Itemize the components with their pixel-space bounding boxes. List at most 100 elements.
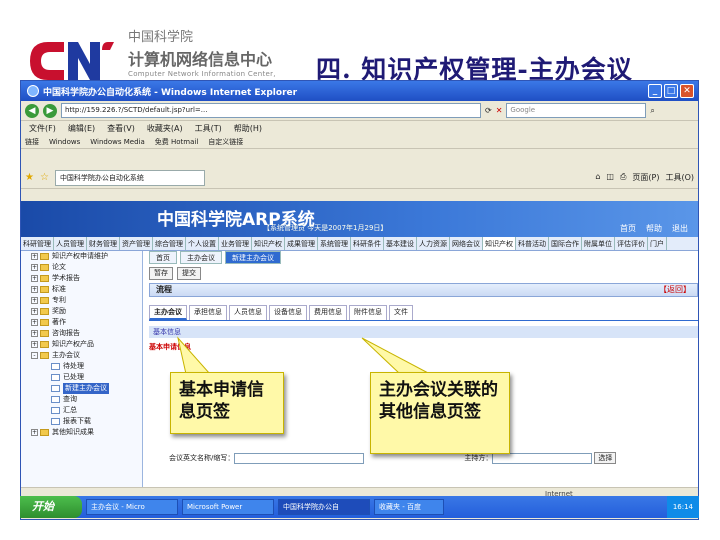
tree-item[interactable]: 查询 [21, 394, 142, 405]
tree-item[interactable]: + 知识产权产品 [21, 339, 142, 350]
menu-file[interactable]: 文件(F) [29, 123, 56, 134]
menu-help[interactable]: 帮助(H) [234, 123, 262, 134]
tree-item[interactable]: 待处理 [21, 361, 142, 372]
module-tab[interactable]: 国际合作 [549, 237, 582, 250]
minimize-button[interactable]: _ [648, 84, 662, 98]
module-tab[interactable]: 资产管理 [120, 237, 153, 250]
tree-item[interactable]: - 主办会议 [21, 350, 142, 361]
sub-tab[interactable]: 附件信息 [349, 305, 387, 320]
page-tab[interactable]: 中国科学院办公自动化系统 [54, 169, 205, 186]
expand-icon[interactable]: + [31, 275, 38, 282]
window-titlebar[interactable]: 中国科学院办公自动化系统 - Windows Internet Explorer… [21, 81, 698, 101]
tools-menu[interactable]: 工具(O) [665, 172, 694, 183]
favorites-star-icon[interactable]: ★ [25, 172, 34, 183]
tree-item[interactable]: + 知识产权申请维护 [21, 251, 142, 262]
sub-tab[interactable]: 主办会议 [149, 305, 187, 320]
submit-button[interactable]: 提交 [177, 267, 201, 280]
module-tab[interactable]: 系统管理 [318, 237, 351, 250]
link-hotmail[interactable]: 免费 Hotmail [155, 137, 199, 147]
tab-meetings[interactable]: 主办会议 [180, 251, 222, 264]
module-tab[interactable]: 知识产权 [252, 237, 285, 250]
sub-tab[interactable]: 费用信息 [309, 305, 347, 320]
forward-icon[interactable]: ▶ [43, 103, 57, 118]
tree-item[interactable]: + 学术报告 [21, 273, 142, 284]
feeds-icon[interactable]: ◫ [606, 172, 614, 183]
expand-icon[interactable]: + [31, 297, 38, 304]
expand-icon[interactable]: + [31, 330, 38, 337]
maximize-button[interactable]: □ [664, 84, 678, 98]
module-tab[interactable]: 业务管理 [219, 237, 252, 250]
save-draft-button[interactable]: 暂存 [149, 267, 173, 280]
link-windows[interactable]: Windows [49, 138, 80, 146]
search-input[interactable]: Google [506, 103, 647, 118]
module-tab[interactable]: 知识产权 [483, 237, 516, 250]
module-tab[interactable]: 科普活动 [516, 237, 549, 250]
tree-item[interactable]: 已处理 [21, 372, 142, 383]
print-icon[interactable]: ⎙ [620, 172, 626, 183]
module-tab[interactable]: 附属单位 [582, 237, 615, 250]
collapse-icon[interactable]: - [31, 352, 38, 359]
menu-edit[interactable]: 编辑(E) [68, 123, 95, 134]
refresh-icon[interactable]: ⟳ [485, 106, 492, 115]
expand-icon[interactable]: + [31, 319, 38, 326]
tree-item[interactable]: + 标准 [21, 284, 142, 295]
menu-tools[interactable]: 工具(T) [195, 123, 222, 134]
menu-favorites[interactable]: 收藏夹(A) [147, 123, 183, 134]
module-tab[interactable]: 人员管理 [54, 237, 87, 250]
back-icon[interactable]: ◀ [25, 103, 39, 118]
module-tab[interactable]: 基本建设 [384, 237, 417, 250]
sub-tab[interactable]: 设备信息 [269, 305, 307, 320]
module-tab[interactable]: 综合管理 [153, 237, 186, 250]
tree-item[interactable]: + 论文 [21, 262, 142, 273]
home-icon[interactable]: ⌂ [595, 172, 600, 183]
top-link-logout[interactable]: 退出 [672, 223, 688, 234]
add-favorite-icon[interactable]: ☆ [40, 172, 49, 183]
taskbar-item[interactable]: 中国科学院办公自 [278, 499, 370, 515]
tab-home[interactable]: 首页 [149, 251, 177, 264]
english-name-field[interactable] [234, 452, 365, 464]
expand-icon[interactable]: + [31, 341, 38, 348]
expand-icon[interactable]: + [31, 308, 38, 315]
tab-new-meeting[interactable]: 新建主办会议 [225, 251, 281, 264]
menu-view[interactable]: 查看(V) [107, 123, 135, 134]
select-button[interactable]: 选择 [594, 452, 617, 464]
stop-icon[interactable]: ✕ [496, 106, 503, 115]
close-button[interactable]: ✕ [680, 84, 694, 98]
taskbar-item[interactable]: 主办会议 - Micro [86, 499, 178, 515]
return-link[interactable]: 【返回】 [659, 284, 691, 296]
tree-item[interactable]: 汇总 [21, 405, 142, 416]
link-customize[interactable]: 自定义链接 [208, 137, 243, 147]
expand-icon[interactable]: + [31, 253, 38, 260]
tree-item[interactable]: + 著作 [21, 317, 142, 328]
host-field[interactable] [492, 452, 593, 464]
module-tab[interactable]: 财务管理 [87, 237, 120, 250]
tree-item[interactable]: + 其他知识成果 [21, 427, 142, 438]
link-windows-media[interactable]: Windows Media [90, 138, 145, 146]
sub-tab[interactable]: 文件 [389, 305, 413, 320]
tree-item[interactable]: + 奖励 [21, 306, 142, 317]
search-icon[interactable]: ⌕ [650, 106, 654, 116]
top-link-help[interactable]: 帮助 [646, 223, 662, 234]
module-tab[interactable]: 成果管理 [285, 237, 318, 250]
top-link-home[interactable]: 首页 [620, 223, 636, 234]
start-button[interactable]: 开始 [20, 496, 82, 518]
module-tab[interactable]: 评估评价 [615, 237, 648, 250]
page-menu[interactable]: 页面(P) [632, 172, 659, 183]
module-tab[interactable]: 人力资源 [417, 237, 450, 250]
sub-tab[interactable]: 人员信息 [229, 305, 267, 320]
tree-item[interactable]: 报表下载 [21, 416, 142, 427]
taskbar-item[interactable]: 收藏夹 - 百度 [374, 499, 444, 515]
module-tab[interactable]: 科研条件 [351, 237, 384, 250]
module-tab[interactable]: 网络会议 [450, 237, 483, 250]
expand-icon[interactable]: + [31, 286, 38, 293]
expand-icon[interactable]: + [31, 264, 38, 271]
tree-item[interactable]: + 咨询报告 [21, 328, 142, 339]
module-tab[interactable]: 门户 [648, 237, 667, 250]
tree-item[interactable]: 新建主办会议 [21, 383, 142, 394]
tree-item[interactable]: + 专利 [21, 295, 142, 306]
sub-tab[interactable]: 承担信息 [189, 305, 227, 320]
module-tab[interactable]: 个人设置 [186, 237, 219, 250]
taskbar-item[interactable]: Microsoft Power [182, 499, 274, 515]
address-input[interactable]: http://159.226.?/SCTD/default.jsp?url=..… [61, 103, 481, 118]
expand-icon[interactable]: + [31, 429, 38, 436]
